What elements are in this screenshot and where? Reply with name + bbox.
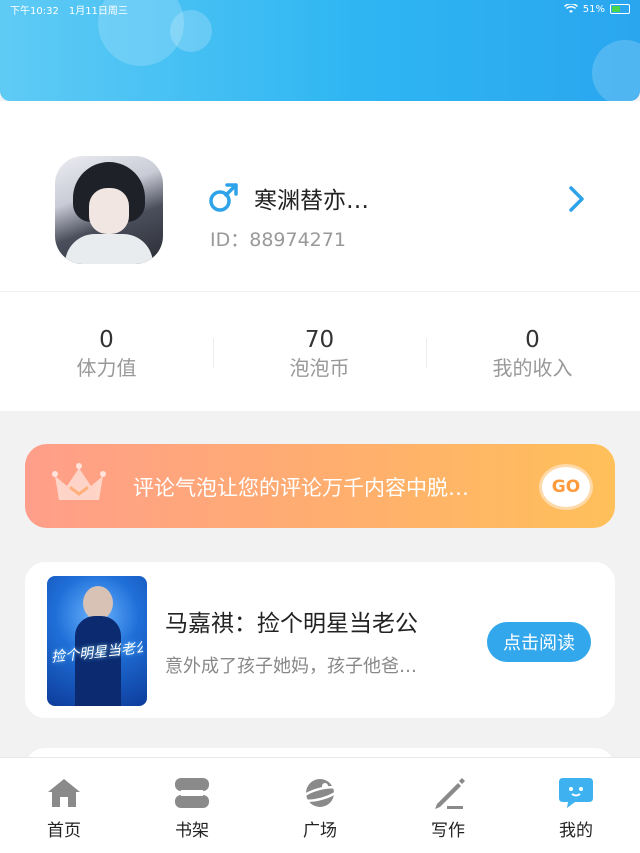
tab-home[interactable]: 首页 [24,776,104,841]
chat-bubble-icon [559,778,593,808]
user-id-label: ID： [210,229,250,251]
stat-label: 泡泡币 [289,356,350,380]
tab-label: 首页 [47,821,81,841]
book-description: 意外成了孩子她妈，孩子他爸… [165,656,417,677]
stat-value: 0 [525,327,540,353]
stat-income[interactable]: 0 我的收入 [426,326,639,382]
planet-icon [301,779,339,807]
status-date: 1月11日周三 [68,5,128,17]
tab-label: 我的 [559,821,593,841]
tab-writing[interactable]: 写作 [408,776,488,841]
username: 寒渊替亦… [254,188,369,214]
tab-label: 广场 [303,821,337,841]
tab-mine[interactable]: 我的 [536,776,616,841]
pen-icon [435,778,465,809]
male-icon [209,183,238,212]
book-cover[interactable]: 捡个明星当老公 [47,576,147,706]
user-id: ID：88974271 [210,225,346,252]
stat-bubble-coins[interactable]: 70 泡泡币 [213,326,426,382]
vip-promo-banner[interactable]: 评论气泡让您的评论万千内容中脱… GO [25,444,615,528]
status-time: 下午10:32 [10,5,59,17]
battery-icon [610,4,630,14]
tab-bookshelf[interactable]: 书架 [152,776,232,841]
chevron-right-icon[interactable] [566,185,588,213]
stat-stamina[interactable]: 0 体力值 [0,326,213,382]
tab-label: 书架 [175,821,209,841]
vip-banner-text: 评论气泡让您的评论万千内容中脱… [133,476,469,500]
stats-row: 0 体力值 70 泡泡币 0 我的收入 [0,291,640,411]
bookshelf-icon [175,778,209,808]
header-banner: 下午10:32 1月11日周三 51% [0,0,640,101]
read-button[interactable]: 点击阅读 [487,622,591,662]
crown-icon [52,463,106,500]
home-icon [48,779,80,807]
tab-square[interactable]: 广场 [280,776,360,841]
tab-label: 写作 [431,821,465,841]
avatar[interactable] [55,156,163,264]
decor-bubble [592,40,640,101]
stat-label: 体力值 [76,356,137,380]
stat-value: 70 [304,327,335,353]
wifi-icon [563,4,578,13]
book-card[interactable]: 捡个明星当老公 马嘉祺：捡个明星当老公 意外成了孩子她妈，孩子他爸… 点击阅读 [25,562,615,718]
battery-percent: 51% [582,3,605,15]
book-title: 马嘉祺：捡个明星当老公 [165,611,418,637]
go-button[interactable]: GO [539,464,593,510]
profile-card[interactable]: 寒渊替亦… ID：88974271 [0,101,640,291]
user-id-value: 88974271 [249,229,346,251]
bottom-tab-bar: 首页 书架 广场 写作 我的 [0,757,640,853]
stat-label: 我的收入 [492,356,573,380]
status-bar: 下午10:32 1月11日周三 51% [0,0,640,18]
stat-value: 0 [99,327,114,353]
